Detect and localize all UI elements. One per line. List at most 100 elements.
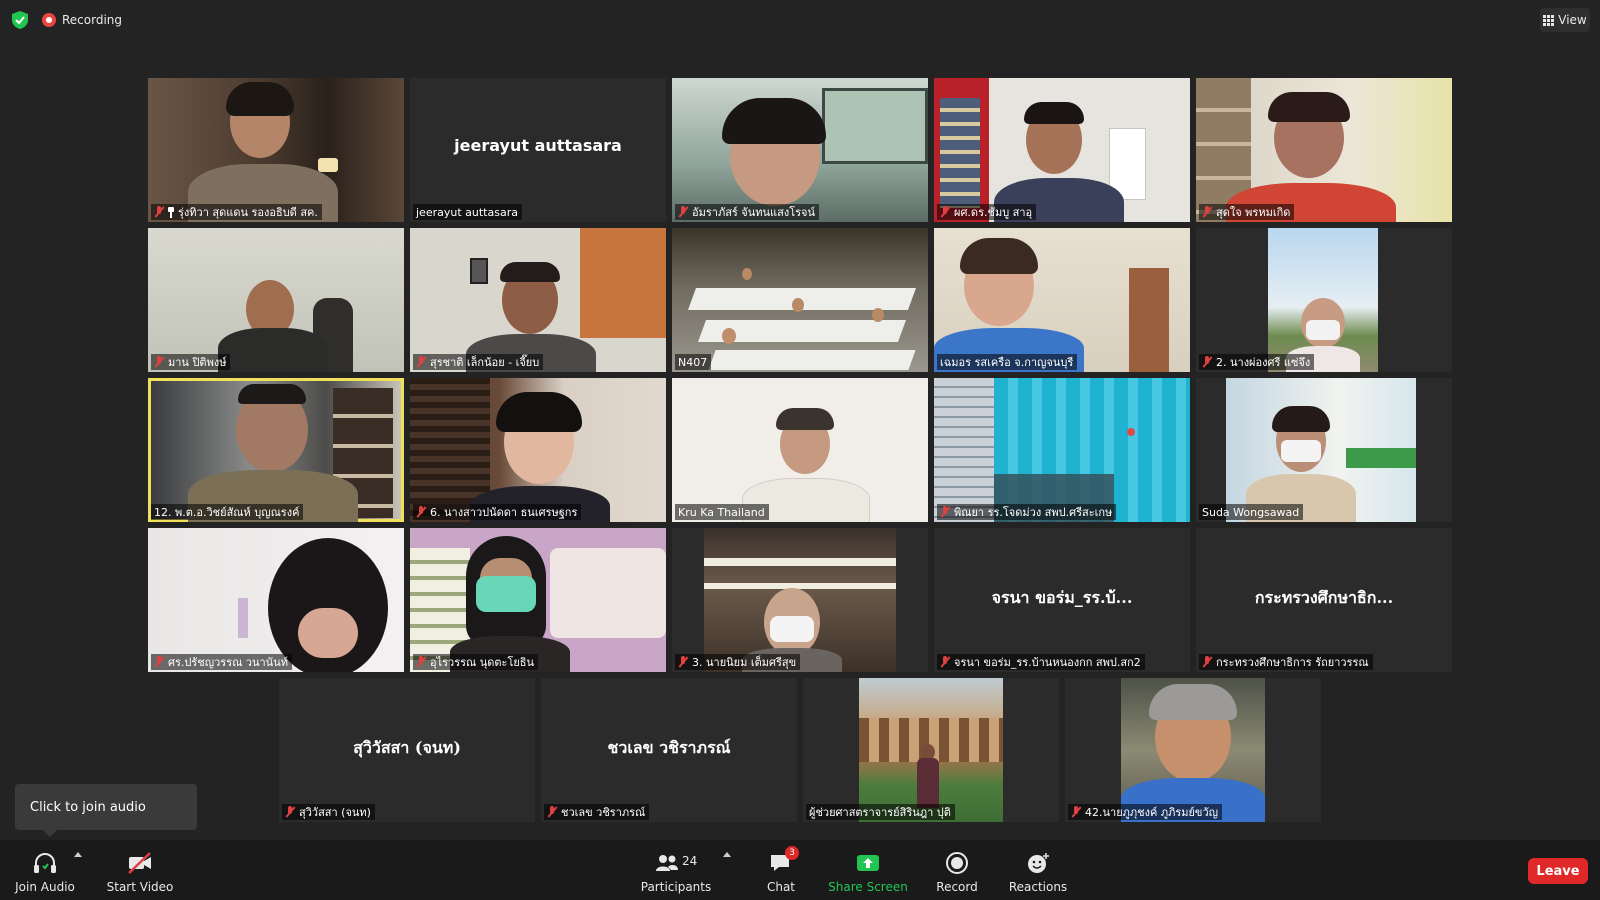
muted-mic-icon — [154, 656, 164, 668]
participant-name-label: 42.นายภูภุชงค์ ภูภิรมย์ขวัญ — [1068, 804, 1223, 820]
video-tile[interactable]: N407 — [672, 228, 928, 372]
video-tile[interactable]: รุ่งทิวา สุดแดน รองอธิบดี สค. — [148, 78, 404, 222]
reactions-icon — [1028, 853, 1049, 873]
participant-name-label: 12. พ.ต.อ.วิชย์สัณห์ บุญณรงค์ — [151, 504, 304, 520]
chat-unread-badge: 3 — [785, 846, 799, 860]
participant-name-label: ผู้ช่วยศาสตราจารย์สิรินฎา ปุติ — [806, 804, 955, 820]
participant-name-label: จรนา ขอร่ม_รร.บ้านหนองกก สพป.สก2 — [937, 654, 1145, 670]
muted-mic-icon — [678, 656, 688, 668]
muted-mic-icon — [1202, 656, 1212, 668]
join-audio-tooltip: Click to join audio — [15, 784, 197, 837]
share-screen-icon — [857, 855, 879, 871]
video-tile[interactable]: ผู้ช่วยศาสตราจารย์สิรินฎา ปุติ — [803, 678, 1059, 822]
video-tile[interactable]: จรนา ขอร่ม_รร.บ้... จรนา ขอร่ม_รร.บ้านหน… — [934, 528, 1190, 672]
participants-count: 24 — [682, 854, 698, 868]
muted-mic-icon — [416, 506, 426, 518]
recording-label: Recording — [62, 13, 123, 27]
muted-mic-icon — [416, 356, 426, 368]
share-screen-button[interactable]: Share Screen — [828, 840, 908, 900]
participant-name-label: ผศ.ดร.ชัมบู สาอุ — [937, 204, 1037, 220]
chat-button[interactable]: 3 Chat — [762, 840, 800, 900]
participants-options-caret[interactable] — [723, 852, 731, 857]
participant-name-label: รุ่งทิวา สุดแดน รองอธิบดี สค. — [151, 204, 322, 220]
video-tile[interactable]: อัมราภัสร์ จันทนแสงโรจน์ — [672, 78, 928, 222]
participant-display-name: jeerayut auttasara — [454, 136, 622, 155]
view-label: View — [1558, 13, 1587, 27]
muted-mic-icon — [154, 356, 164, 368]
video-tile[interactable]: 6. นางสาวปนัดดา ธนเศรษฐกร — [410, 378, 666, 522]
view-button[interactable]: View — [1540, 8, 1590, 32]
video-tile[interactable]: Kru Ka Thailand — [672, 378, 928, 522]
muted-mic-icon — [940, 656, 950, 668]
video-tile[interactable]: สุดใจ พรหมเกิด — [1196, 78, 1452, 222]
video-tile[interactable]: Suda Wongsawad — [1196, 378, 1452, 522]
participant-display-name: จรนา ขอร่ม_รร.บ้... — [991, 588, 1133, 607]
participant-name-label: Suda Wongsawad — [1199, 504, 1304, 520]
video-tile[interactable]: สุรชาติ เล็กน้อย - เจี๊ยบ — [410, 228, 666, 372]
participant-name-label: เฉมอร รสเครือ จ.กาญจนบุรี — [937, 354, 1078, 370]
video-tile[interactable]: 2. นางผ่องศรี แซ่จึง — [1196, 228, 1452, 372]
participant-name-label: อัมราภัสร์ จันทนแสงโรจน์ — [675, 204, 820, 220]
participant-name-label: jeerayut auttasara — [413, 204, 522, 220]
join-audio-button[interactable]: Join Audio — [12, 840, 78, 900]
participant-name-label: 3. นายนิยม เต็มศรีสุข — [675, 654, 801, 670]
video-tile[interactable]: มาน ปิติพงษ์ — [148, 228, 404, 372]
muted-mic-icon — [1071, 806, 1081, 818]
muted-mic-icon — [678, 206, 688, 218]
participant-display-name: ชวเลข วชิราภรณ์ — [607, 738, 731, 757]
participant-name-label: สุวิวัสสา (จนท) — [282, 804, 375, 820]
headphones-icon — [34, 853, 56, 873]
grid-view-icon — [1543, 14, 1555, 26]
start-video-button[interactable]: Start Video — [104, 840, 176, 900]
participant-name-label: สุรชาติ เล็กน้อย - เจี๊ยบ — [413, 354, 544, 370]
participant-name-label: ศร.ปรัชญวรรณ วนานันท์ — [151, 654, 292, 670]
video-tile[interactable]: jeerayut auttasara jeerayut auttasara — [410, 78, 666, 222]
muted-mic-icon — [416, 656, 426, 668]
pin-icon — [168, 206, 174, 218]
participants-icon: 24 — [654, 850, 698, 876]
participant-display-name: กระทรวงศึกษาธิก... — [1254, 588, 1394, 607]
participant-name-label: 6. นางสาวปนัดดา ธนเศรษฐกร — [413, 504, 582, 520]
video-tile[interactable]: อุไรวรรณ นุดตะโยธิน — [410, 528, 666, 672]
muted-mic-icon — [547, 806, 557, 818]
audio-options-caret[interactable] — [74, 852, 82, 857]
participant-name-label: มาน ปิติพงษ์ — [151, 354, 231, 370]
recording-indicator[interactable]: Recording — [42, 11, 122, 29]
video-tile[interactable]: กระทรวงศึกษาธิก... กระทรวงศึกษาธิการ รัถ… — [1196, 528, 1452, 672]
participant-display-name: สุวิวัสสา (จนท) — [353, 738, 461, 757]
top-bar: Recording View — [0, 0, 1600, 40]
reactions-button[interactable]: Reactions — [1008, 840, 1068, 900]
video-tile[interactable]: 42.นายภูภุชงค์ ภูภิรมย์ขวัญ — [1065, 678, 1321, 822]
video-tile[interactable]: ผศ.ดร.ชัมบู สาอุ — [934, 78, 1190, 222]
record-icon — [946, 852, 968, 874]
record-button[interactable]: Record — [932, 840, 982, 900]
participant-name-label: กระทรวงศึกษาธิการ รัถยาวรรณ — [1199, 654, 1373, 670]
muted-mic-icon — [154, 206, 164, 218]
muted-mic-icon — [1202, 206, 1212, 218]
leave-button[interactable]: Leave — [1528, 858, 1588, 884]
participant-name-label: ชวเลข วชิราภรณ์ — [544, 804, 650, 820]
shield-icon[interactable] — [10, 10, 30, 30]
participant-name-label: Kru Ka Thailand — [675, 504, 769, 520]
video-tile[interactable]: ศร.ปรัชญวรรณ วนานันท์ — [148, 528, 404, 672]
video-tile-active-speaker[interactable]: 12. พ.ต.อ.วิชย์สัณห์ บุญณรงค์ — [148, 378, 404, 522]
video-tile[interactable]: สุวิวัสสา (จนท) สุวิวัสสา (จนท) — [279, 678, 535, 822]
video-tile[interactable]: ชวเลข วชิราภรณ์ ชวเลข วชิราภรณ์ — [541, 678, 797, 822]
participant-name-label: อุไรวรรณ นุดตะโยธิน — [413, 654, 539, 670]
muted-mic-icon — [1202, 356, 1212, 368]
participant-name-label: 2. นางผ่องศรี แซ่จึง — [1199, 354, 1315, 370]
video-tile[interactable]: พิณยา รร.โจดม่วง สพป.ศรีสะเกษ — [934, 378, 1190, 522]
video-tile[interactable]: เฉมอร รสเครือ จ.กาญจนบุรี — [934, 228, 1190, 372]
participant-name-label: N407 — [675, 354, 712, 370]
muted-mic-icon — [940, 506, 950, 518]
chat-icon: 3 — [767, 846, 799, 876]
muted-mic-icon — [285, 806, 295, 818]
meeting-toolbar: Join Audio Start Video 24 Participants 3… — [0, 840, 1600, 900]
participant-name-label: สุดใจ พรหมเกิด — [1199, 204, 1295, 220]
participant-name-label: พิณยา รร.โจดม่วง สพป.ศรีสะเกษ — [937, 504, 1117, 520]
video-tile[interactable]: 3. นายนิยม เต็มศรีสุข — [672, 528, 928, 672]
video-off-icon — [128, 852, 151, 874]
recording-icon — [42, 13, 56, 27]
muted-mic-icon — [940, 206, 950, 218]
participants-button[interactable]: 24 Participants — [640, 840, 712, 900]
